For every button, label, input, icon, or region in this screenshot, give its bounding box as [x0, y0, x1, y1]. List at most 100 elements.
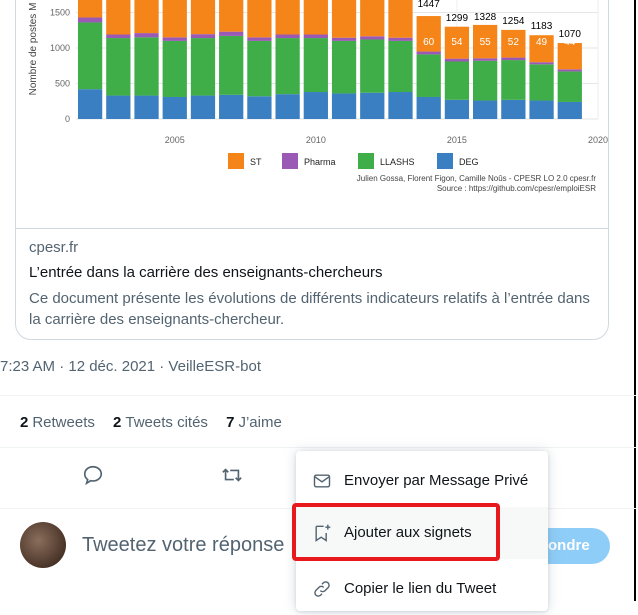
card-domain: cpesr.fr — [29, 239, 79, 256]
legend-swatch-st — [228, 153, 244, 169]
share-menu: Envoyer par Message Privé Ajouter aux si… — [296, 451, 548, 611]
avatar — [20, 522, 66, 568]
reply-button[interactable] — [76, 458, 110, 492]
bar-segment-st — [134, 0, 159, 34]
retweets-stat[interactable]: 2 Retweets — [20, 414, 95, 431]
bar-segment-deg — [501, 99, 526, 119]
bar-segment-deg — [388, 92, 413, 119]
chart-source: Source : https://github.com/cpesr/emploi… — [437, 184, 596, 193]
divider — [0, 395, 636, 396]
bar-segment-pharma — [501, 57, 526, 61]
bar-segment-pharma — [134, 33, 159, 38]
bar-segment-llashs — [473, 60, 498, 101]
bar-segment-deg — [190, 95, 216, 119]
bar-segment-deg — [106, 95, 131, 119]
bar-segment-llashs — [275, 38, 300, 95]
bar-segment-llashs — [360, 39, 385, 93]
legend-label-deg: DEG — [459, 157, 479, 167]
x-tick-label: 2020 — [588, 135, 608, 145]
bar-segment-pharma — [473, 58, 498, 61]
top-data-label: 1328 — [474, 12, 497, 23]
x-tick-label: 2005 — [165, 135, 185, 145]
data-label: 55 — [480, 37, 492, 48]
y-axis-label: Nombre de postes M — [28, 3, 39, 96]
data-label: 60 — [423, 37, 435, 48]
bar-segment-st — [303, 0, 328, 35]
divider — [0, 447, 636, 448]
bar-segment-st — [388, 0, 413, 38]
chart-credit: Julien Gossa, Florent Figon, Camille Noû… — [357, 174, 597, 183]
bar-segment-pharma — [106, 34, 131, 39]
bar-segment-llashs — [162, 40, 187, 97]
bar-segment-llashs — [444, 61, 470, 100]
bar-segment-deg — [219, 94, 244, 119]
legend-label-llashs: LLASHS — [380, 157, 415, 167]
bar-segment-llashs — [190, 38, 216, 96]
tweet-timestamp[interactable]: 7:23 AM · 12 déc. 2021 · VeilleESR-bot — [0, 358, 261, 375]
top-data-label: 1447 — [418, 0, 441, 10]
bar-segment-deg — [444, 99, 470, 119]
bar-segment-llashs — [501, 60, 526, 100]
bar-segment-deg — [275, 94, 300, 119]
bar-segment-deg — [303, 92, 328, 119]
menu-item-add-bookmark[interactable]: Ajouter aux signets — [296, 507, 548, 559]
stacked-bar-chart: 0500100015002005 2010 2015 202060 54 55 52 49 44… — [28, 0, 608, 193]
bar-segment-deg — [360, 92, 385, 119]
legend-label-pharma: Pharma — [304, 157, 336, 167]
bar-segment-st — [219, 0, 244, 32]
quotes-stat[interactable]: 2 Tweets cités — [113, 414, 208, 431]
bar-segment-llashs — [247, 40, 272, 97]
bar-segment-pharma — [557, 69, 582, 72]
bar-segment-deg — [77, 89, 103, 119]
bar-segment-llashs — [331, 40, 357, 94]
bar-segment-pharma — [219, 31, 244, 36]
legend-swatch-llashs — [358, 153, 374, 169]
legend-label-st: ST — [250, 157, 262, 167]
top-data-label: 1299 — [446, 13, 469, 24]
bar-segment-pharma — [388, 37, 413, 41]
bar-segment-llashs — [77, 22, 103, 90]
bar-segment-deg — [473, 100, 498, 119]
reply-icon — [83, 465, 103, 486]
retweet-icon — [222, 468, 242, 482]
tweet-actions — [0, 458, 300, 498]
bar-segment-st — [331, 0, 357, 38]
bar-segment-llashs — [106, 38, 131, 96]
bar-segment-llashs — [416, 54, 441, 97]
y-tick-label: 1500 — [50, 8, 70, 18]
envelope-icon — [313, 474, 331, 488]
chart-image: 0 500 1000 1500 2005 2010 2015 2020 60 54 55 52 49 44… — [16, 0, 608, 228]
bar-segment-pharma — [162, 37, 187, 41]
menu-item-copy-link[interactable]: Copier le lien du Tweet — [296, 563, 548, 615]
y-tick-label: 0 — [65, 114, 70, 124]
tweet-detail-panel: 0 500 1000 1500 2005 2010 2015 2020 60 54 55 52 49 44… — [0, 0, 636, 611]
y-tick-label: 1000 — [50, 43, 70, 53]
menu-item-send-dm[interactable]: Envoyer par Message Privé — [296, 455, 548, 507]
likes-stat[interactable]: 7 J’aime — [226, 414, 282, 431]
bar-segment-deg — [134, 95, 159, 119]
top-data-label: 1254 — [502, 16, 525, 27]
bar-segment-st — [106, 0, 131, 35]
bar-segment-llashs — [303, 38, 328, 93]
link-card[interactable]: 0 500 1000 1500 2005 2010 2015 2020 60 54 55 52 49 44… — [15, 0, 609, 340]
bookmark-add-icon — [315, 524, 331, 542]
bar-segment-pharma — [331, 37, 357, 41]
bar-segment-pharma — [444, 58, 470, 62]
y-tick-label: 500 — [55, 79, 70, 89]
bar-segment-llashs — [529, 64, 554, 101]
tweet-stats: 2 Retweets 2 Tweets cités 7 J’aime — [20, 414, 296, 431]
bar-segment-st — [162, 0, 187, 38]
retweet-button[interactable] — [215, 458, 249, 492]
reply-input[interactable]: Tweetez votre réponse — [82, 534, 284, 557]
card-divider — [16, 228, 608, 229]
top-data-label: 1183 — [531, 21, 553, 32]
bar-segment-llashs — [557, 71, 582, 102]
bar-segment-pharma — [247, 37, 272, 41]
bar-segment-st — [247, 0, 272, 38]
legend-swatch-pharma — [282, 153, 298, 169]
bar-segment-deg — [247, 96, 272, 119]
bar-segment-st — [360, 0, 385, 37]
bar-segment-pharma — [303, 34, 328, 39]
data-label: 52 — [508, 37, 520, 48]
bar-segment-pharma — [77, 17, 103, 23]
